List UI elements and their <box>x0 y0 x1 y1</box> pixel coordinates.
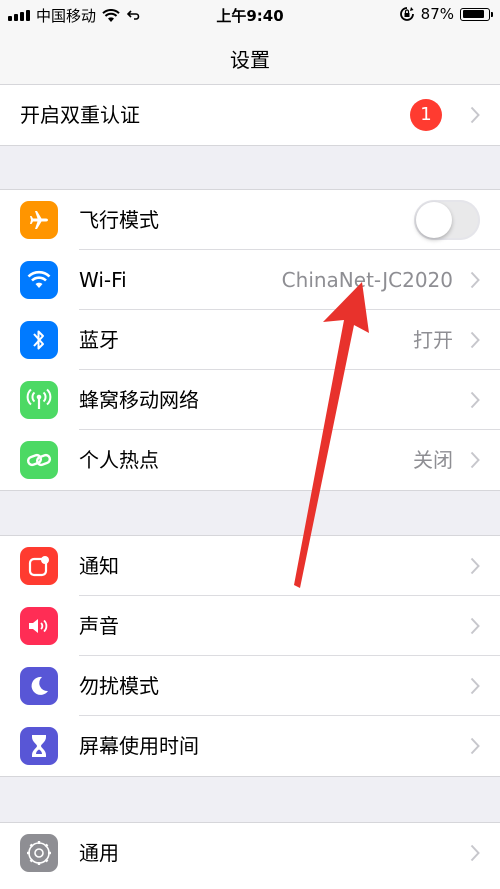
chevron-right-icon <box>470 271 480 289</box>
chevron-right-icon <box>470 677 480 695</box>
bluetooth-status: 打开 <box>413 328 453 352</box>
chevron-right-icon <box>470 844 480 862</box>
hotspot-status: 关闭 <box>413 448 453 472</box>
wifi-network-name: ChinaNet-JC2020 <box>281 268 453 292</box>
chevron-right-icon <box>470 451 480 469</box>
battery-percent: 87% <box>420 5 454 23</box>
two-factor-row[interactable]: 开启双重认证 1 <box>0 85 500 145</box>
cellular-row[interactable]: 蜂窝移动网络 <box>0 370 500 430</box>
sounds-label: 声音 <box>79 614 119 638</box>
battery-icon <box>460 7 493 21</box>
wifi-row[interactable]: Wi-Fi ChinaNet-JC2020 <box>0 250 500 310</box>
bluetooth-icon <box>20 321 58 359</box>
notifications-row[interactable]: 通知 <box>0 536 500 596</box>
page-title: 设置 <box>230 48 270 72</box>
screen-time-row[interactable]: 屏幕使用时间 <box>0 716 500 776</box>
gear-icon <box>20 834 58 872</box>
notifications-group: 通知 声音 勿扰模式 屏幕使用时间 <box>0 535 500 777</box>
bluetooth-row[interactable]: 蓝牙 打开 <box>0 310 500 370</box>
status-bar: 中国移动 上午9:40 87% <box>0 0 500 30</box>
notifications-icon <box>20 547 58 585</box>
do-not-disturb-row[interactable]: 勿扰模式 <box>0 656 500 716</box>
chevron-right-icon <box>470 391 480 409</box>
chevron-right-icon <box>470 737 480 755</box>
chevron-right-icon <box>470 106 480 124</box>
bluetooth-label: 蓝牙 <box>79 328 119 352</box>
airplane-mode-label: 飞行模式 <box>79 208 159 232</box>
airplane-mode-toggle[interactable] <box>414 200 480 240</box>
rotation-lock-icon <box>399 7 414 21</box>
airplane-icon <box>20 201 58 239</box>
hotspot-row[interactable]: 个人热点 关闭 <box>0 430 500 490</box>
two-factor-label: 开启双重认证 <box>20 103 140 127</box>
moon-icon <box>20 667 58 705</box>
do-not-disturb-label: 勿扰模式 <box>79 674 159 698</box>
cellular-label: 蜂窝移动网络 <box>79 388 199 412</box>
hourglass-icon <box>20 727 58 765</box>
general-row[interactable]: 通用 <box>0 823 500 883</box>
chevron-right-icon <box>470 617 480 635</box>
general-group: 通用 <box>0 822 500 889</box>
two-factor-group: 开启双重认证 1 <box>0 84 500 146</box>
wifi-label: Wi-Fi <box>79 268 127 292</box>
chevron-right-icon <box>470 331 480 349</box>
cellular-antenna-icon <box>20 381 58 419</box>
general-label: 通用 <box>79 841 119 865</box>
airplane-mode-row: 飞行模式 <box>0 190 500 250</box>
chevron-right-icon <box>470 557 480 575</box>
navigation-bar: 设置 <box>0 30 500 86</box>
hotspot-link-icon <box>20 441 58 479</box>
notification-badge: 1 <box>410 99 442 131</box>
network-group: 飞行模式 Wi-Fi ChinaNet-JC2020 蓝牙 打开 蜂窝移动网络 … <box>0 189 500 491</box>
screen-time-label: 屏幕使用时间 <box>79 734 199 758</box>
speaker-icon <box>20 607 58 645</box>
sounds-row[interactable]: 声音 <box>0 596 500 656</box>
hotspot-label: 个人热点 <box>79 448 159 472</box>
notifications-label: 通知 <box>79 554 119 578</box>
wifi-icon <box>20 261 58 299</box>
